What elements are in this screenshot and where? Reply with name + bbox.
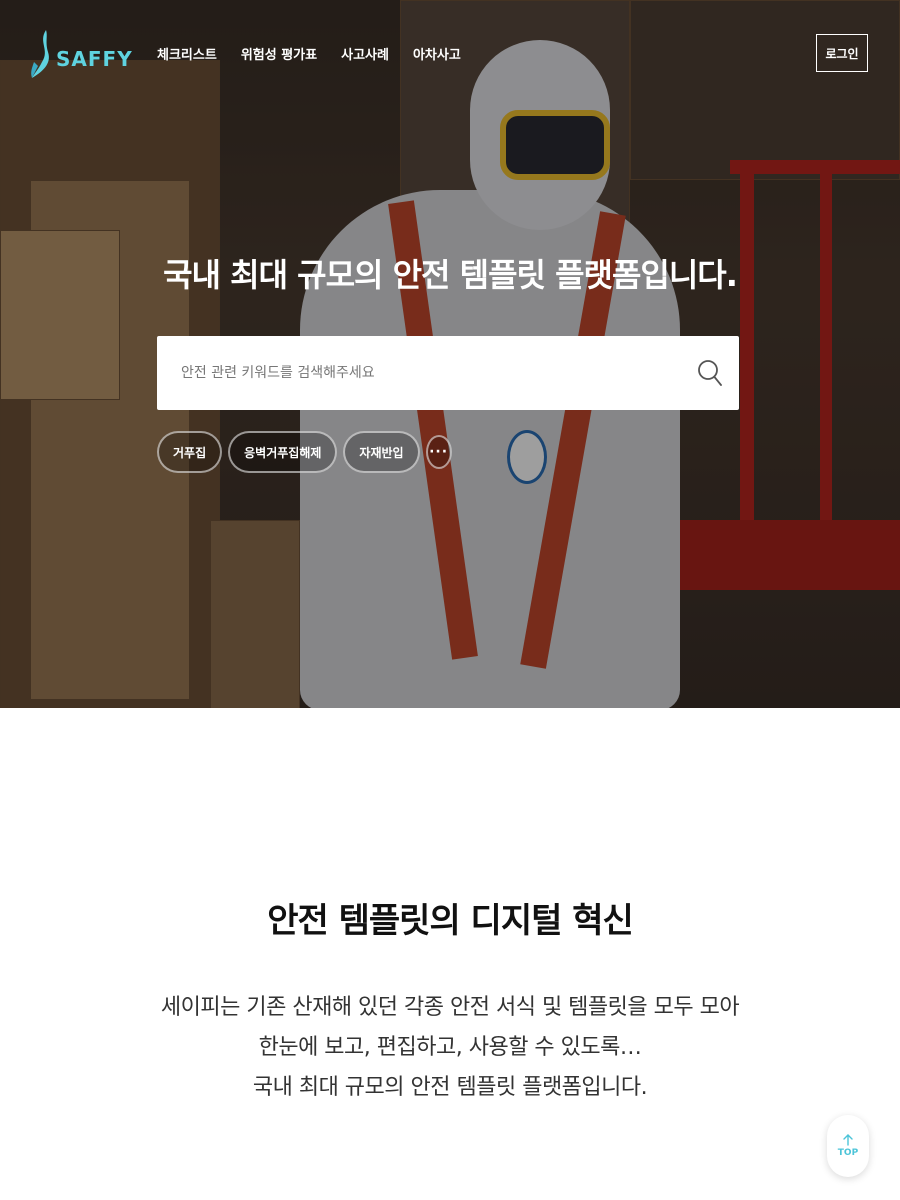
search-icon[interactable] — [697, 359, 723, 387]
tag-formwork[interactable]: 거푸집 — [157, 431, 223, 473]
nav-item-near-miss[interactable]: 아차사고 — [413, 44, 461, 63]
scroll-top-label: TOP — [837, 1148, 859, 1158]
hero-title: 국내 최대 규모의 안전 템플릿 플랫폼입니다. — [163, 256, 738, 294]
nav-item-accident-cases[interactable]: 사고사례 — [341, 44, 389, 63]
keyword-tags: 거푸집 응벽거푸집해제 자재반입 ··· — [157, 431, 452, 473]
nav-item-risk-assessment[interactable]: 위험성 평가표 — [241, 44, 317, 63]
tag-material-delivery[interactable]: 자재반입 — [343, 431, 420, 473]
arrow-up-icon — [843, 1134, 853, 1146]
more-icon[interactable]: ··· — [425, 435, 452, 469]
login-button[interactable]: 로그인 — [816, 34, 868, 72]
intro-line: 한눈에 보고, 편집하고, 사용할 수 있도록… — [258, 1035, 642, 1060]
search-bar — [157, 336, 739, 410]
saffy-logo-mark — [31, 30, 49, 78]
tag-formwork-removal[interactable]: 응벽거푸집해제 — [228, 431, 338, 473]
hero-section: SAFFY 체크리스트 위험성 평가표 사고사례 아차사고 로그인 국내 최대 … — [0, 0, 900, 708]
scroll-top-button[interactable]: TOP — [827, 1115, 869, 1177]
search-input[interactable] — [157, 336, 697, 410]
intro-description: 세이피는 기존 산재해 있던 각종 안전 서식 및 템플릿을 모두 모아 한눈에… — [0, 988, 900, 1108]
intro-line: 세이피는 기존 산재해 있던 각종 안전 서식 및 템플릿을 모두 모아 — [160, 995, 740, 1020]
nav-item-checklist[interactable]: 체크리스트 — [157, 44, 217, 63]
intro-line: 국내 최대 규모의 안전 템플릿 플랫폼입니다. — [252, 1075, 648, 1100]
main-nav: 체크리스트 위험성 평가표 사고사례 아차사고 — [157, 44, 461, 63]
site-header: SAFFY 체크리스트 위험성 평가표 사고사례 아차사고 로그인 — [0, 0, 900, 110]
intro-title: 안전 템플릿의 디지털 혁신 — [267, 901, 634, 941]
site-logo[interactable]: SAFFY — [28, 28, 133, 80]
logo-text: SAFFY — [56, 47, 133, 71]
